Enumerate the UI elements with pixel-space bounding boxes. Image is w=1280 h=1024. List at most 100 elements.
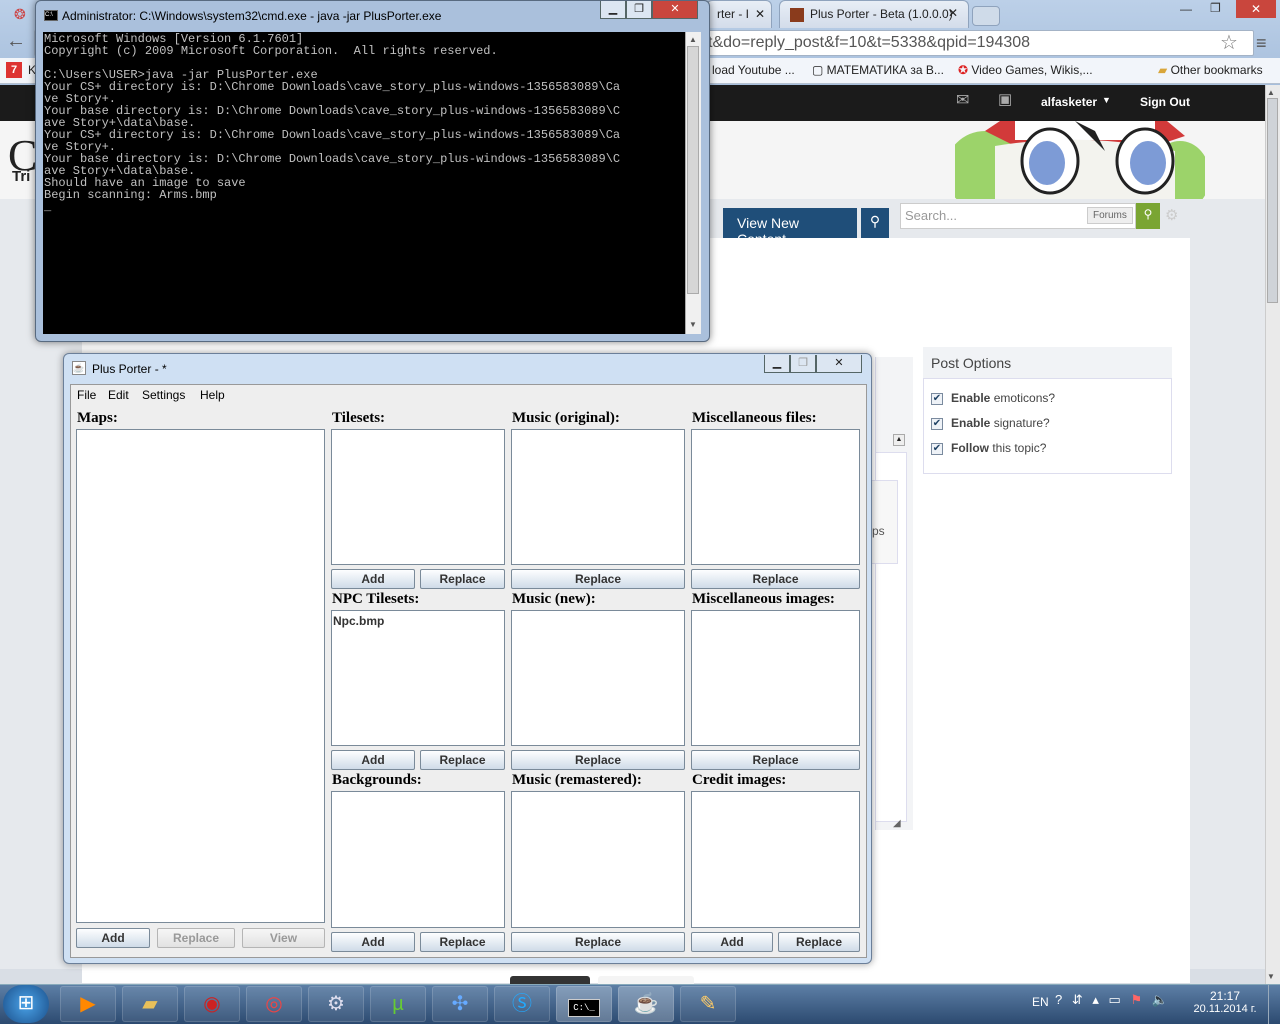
steam-icon[interactable]: ⚙ (308, 986, 364, 1022)
resize-grip-icon[interactable]: ◢ (893, 818, 901, 829)
volume-icon[interactable]: 🔈 (1152, 992, 1168, 1007)
minimize-icon[interactable]: — (1180, 2, 1192, 16)
tilesets-add-button[interactable]: Add (331, 569, 415, 589)
credit-images-list[interactable] (691, 791, 860, 928)
page-scrollbar-thumb[interactable] (1267, 98, 1278, 303)
menu-edit[interactable]: Edit (108, 388, 129, 402)
checkbox-checked-icon[interactable]: ✔ (931, 417, 943, 430)
maps-list[interactable] (76, 429, 325, 923)
cmd-scrollbar-thumb[interactable] (687, 46, 699, 294)
show-hidden-icons[interactable]: ▴ (1092, 992, 1099, 1007)
npc-tilesets-add-button[interactable]: Add (331, 750, 415, 770)
app-blue-swirl-icon[interactable]: ✣ (432, 986, 488, 1022)
misc-files-list[interactable] (691, 429, 860, 565)
option-signature[interactable]: ✔ Enable signature? (931, 416, 1050, 430)
cmd-output[interactable]: Microsoft Windows [Version 6.1.7601] Cop… (43, 32, 685, 334)
npc-tilesets-list[interactable] (331, 610, 505, 746)
menu-file[interactable]: File (77, 388, 96, 402)
tilesets-replace-button[interactable]: Replace (420, 569, 505, 589)
network-icon[interactable]: ▭ (1109, 992, 1121, 1007)
help-icon[interactable]: ? (1055, 992, 1062, 1007)
username-menu[interactable]: alfasketer (1041, 95, 1097, 109)
scroll-down-icon[interactable]: ▼ (1267, 972, 1275, 981)
misc-images-replace-button[interactable]: Replace (691, 750, 860, 770)
option-follow[interactable]: ✔ Follow this topic? (931, 441, 1046, 455)
language-indicator[interactable]: EN (1032, 995, 1049, 1009)
menu-help[interactable]: Help (200, 388, 225, 402)
backgrounds-replace-button[interactable]: Replace (420, 932, 505, 952)
java-icon[interactable]: ☕ (618, 986, 674, 1022)
bookmark-item[interactable]: ✪ Video Games, Wikis,... (958, 63, 1093, 77)
tilesets-list[interactable] (331, 429, 505, 565)
close-icon[interactable]: ✕ (652, 1, 698, 19)
scroll-up-icon[interactable]: ▲ (893, 434, 905, 446)
search-scope-pill[interactable]: Forums (1087, 207, 1133, 224)
skype-icon[interactable]: Ⓢ (494, 986, 550, 1022)
notifications-icon[interactable]: ▣ (998, 90, 1012, 108)
bookmark-item[interactable]: ▢ МАТЕМАТИКА за В... (812, 63, 944, 77)
view-new-content-button[interactable]: View New Content (723, 208, 857, 247)
backgrounds-add-button[interactable]: Add (331, 932, 415, 952)
maximize-icon[interactable]: ❐ (626, 1, 652, 19)
back-arrow-icon[interactable]: ← (6, 30, 26, 53)
music-new-replace-button[interactable]: Replace (511, 750, 685, 770)
misc-files-replace-button[interactable]: Replace (691, 569, 860, 589)
bookmark-item[interactable]: load Youtube ... (712, 63, 795, 77)
close-icon[interactable]: ✕ (816, 355, 862, 373)
window-close-button[interactable]: ✕ (1236, 0, 1276, 18)
url-text[interactable]: t&do=reply_post&f=10&t=5338&qpid=194308 (708, 34, 1030, 52)
footer-tab[interactable] (510, 976, 590, 984)
maps-view-button[interactable]: View (242, 928, 325, 948)
new-tab-button[interactable] (972, 6, 1000, 26)
sign-out-link[interactable]: Sign Out (1140, 95, 1190, 109)
maps-replace-button[interactable]: Replace (157, 928, 235, 948)
npc-tilesets-replace-button[interactable]: Replace (420, 750, 505, 770)
maximize-icon[interactable]: ❐ (790, 355, 816, 373)
checkbox-checked-icon[interactable]: ✔ (931, 442, 943, 455)
music-new-list[interactable] (511, 610, 685, 746)
music-remastered-replace-button[interactable]: Replace (511, 932, 685, 952)
backgrounds-list[interactable] (331, 791, 505, 928)
clock[interactable]: 21:17 20.11.2014 г. (1190, 989, 1260, 1015)
bookmark-star-icon[interactable]: ☆ (1220, 30, 1238, 55)
paint-icon[interactable]: ✎ (680, 986, 736, 1022)
checkbox-checked-icon[interactable]: ✔ (931, 392, 943, 405)
cmd-taskbar-button[interactable]: C:\_ (556, 986, 612, 1022)
chevron-down-icon[interactable]: ▼ (1102, 95, 1111, 105)
search-icon[interactable]: ⚲ (1136, 203, 1160, 229)
file-explorer-icon[interactable]: ▰ (122, 986, 178, 1022)
music-original-replace-button[interactable]: Replace (511, 569, 685, 589)
flag-icon[interactable]: ⚑ (1130, 992, 1142, 1007)
show-desktop-button[interactable] (1268, 985, 1280, 1024)
credit-images-replace-button[interactable]: Replace (778, 932, 860, 952)
bookmark-folder[interactable]: ▰ Other bookmarks (1158, 63, 1263, 77)
minimize-icon[interactable]: ▁ (600, 1, 626, 19)
app-red-circle-icon[interactable]: ◉ (184, 986, 240, 1022)
utorrent-icon[interactable]: µ (370, 986, 426, 1022)
location-pin-icon[interactable]: ⚲ (861, 208, 889, 238)
list-item[interactable]: Npc.bmp (333, 614, 384, 628)
music-remastered-list[interactable] (511, 791, 685, 928)
scroll-up-icon[interactable]: ▲ (689, 35, 697, 44)
mail-icon[interactable]: ✉ (956, 90, 969, 110)
gear-icon[interactable]: ⚙ (1165, 206, 1178, 224)
music-original-list[interactable] (511, 429, 685, 565)
scroll-up-icon[interactable]: ▲ (1267, 88, 1275, 97)
scroll-down-icon[interactable]: ▼ (689, 320, 697, 329)
minimize-icon[interactable]: ▁ (764, 355, 790, 373)
browser-tab[interactable]: rter - I ✕ (706, 0, 772, 28)
close-icon[interactable]: ✕ (755, 7, 765, 21)
browser-tab-active[interactable]: Plus Porter - Beta (1.0.0.0) (779, 0, 969, 28)
chrome-icon[interactable]: ◎ (246, 986, 302, 1022)
maps-add-button[interactable]: Add (76, 928, 150, 948)
menu-settings[interactable]: Settings (142, 388, 185, 402)
footer-tab[interactable] (598, 976, 694, 984)
menu-icon[interactable]: ≡ (1256, 33, 1267, 54)
option-emoticons[interactable]: ✔ Enable emoticons? (931, 391, 1055, 405)
misc-images-list[interactable] (691, 610, 860, 746)
media-player-icon[interactable]: ▶ (60, 986, 116, 1022)
close-icon[interactable]: ✕ (948, 6, 958, 20)
sync-icon[interactable]: ⇵ (1072, 992, 1083, 1007)
start-button-windows-icon[interactable]: ⊞ (3, 985, 49, 1023)
maximize-icon[interactable]: ❐ (1210, 1, 1221, 15)
